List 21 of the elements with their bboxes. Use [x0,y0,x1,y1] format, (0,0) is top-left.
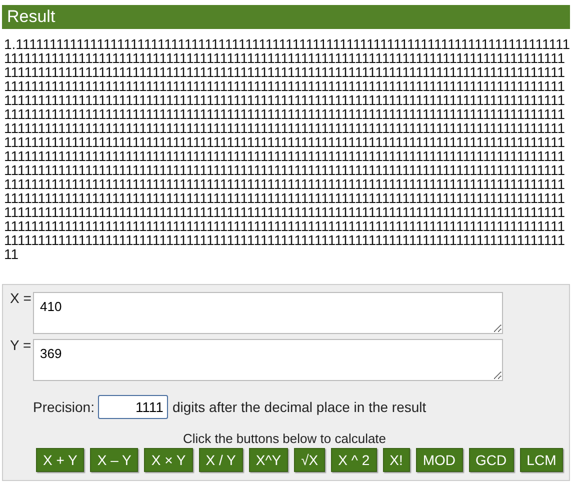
operation-button[interactable]: X ^ 2 [331,448,377,472]
precision-suffix: digits after the decimal place in the result [172,399,426,415]
number-field[interactable]: 369 [33,339,503,381]
operation-button[interactable]: X – Y [90,448,138,472]
operation-button[interactable]: X + Y [36,448,84,472]
field-label: Y = [10,337,32,353]
operation-button[interactable]: X^Y [248,448,288,472]
operation-button[interactable]: MOD [416,448,463,472]
instruction-text: Click the buttons below to calculate [182,431,386,446]
field-label: X = [10,290,32,306]
operation-button[interactable]: X / Y [198,448,243,472]
operation-button[interactable]: X! [382,448,410,472]
result-header: Result [2,5,570,29]
result-text: 1.1111111111111111111111111111111111111111111111111111111111111111111111111111111111111111111111111111111111111111111111111111111111111111111111111111111111111111111111111111111111111111111111111111111111111111111111111111111111111111111111111111111111111111111111111111111111111111111111111111111111111111111111111111111111111111111111111111111111111111111111111111111111111111111111111111111111111111111111111111111111111111111111111111111111111111111111111111111111111111111111111111111111111111111111111111111111111111111111111111111111111111111111111111111111111111111111111111111111111111111111111111111111111111111111111111111111111111111111111111111111111111111111111111111111111111111111111111111111111111111111111111111111111111111111111111111111111111111111111111111111111111111111111111111111111111111111111111111111111111111111111111111111111111111111111111111111111111111111111111111111111111111111111111111111111111111111111111111111111111111111111111111111111111111111111111111111111111111111111111111111111111111111111111111111111111111111111111111111111111111111111111111111111111111111111111111111111111111111111111111111111111111111111111111111111111111111111111111111111111111111111111111111111111111111111111111111111111111111 [4,37,570,261]
operation-button[interactable]: X × Y [144,448,193,472]
operation-button[interactable]: GCD [468,448,514,472]
precision-label: Precision: [33,399,94,415]
operation-button[interactable]: √X [294,448,326,472]
precision-field[interactable]: 1111 [98,395,168,419]
operation-button[interactable]: LCM [520,448,564,472]
number-field[interactable]: 410 [33,292,503,334]
